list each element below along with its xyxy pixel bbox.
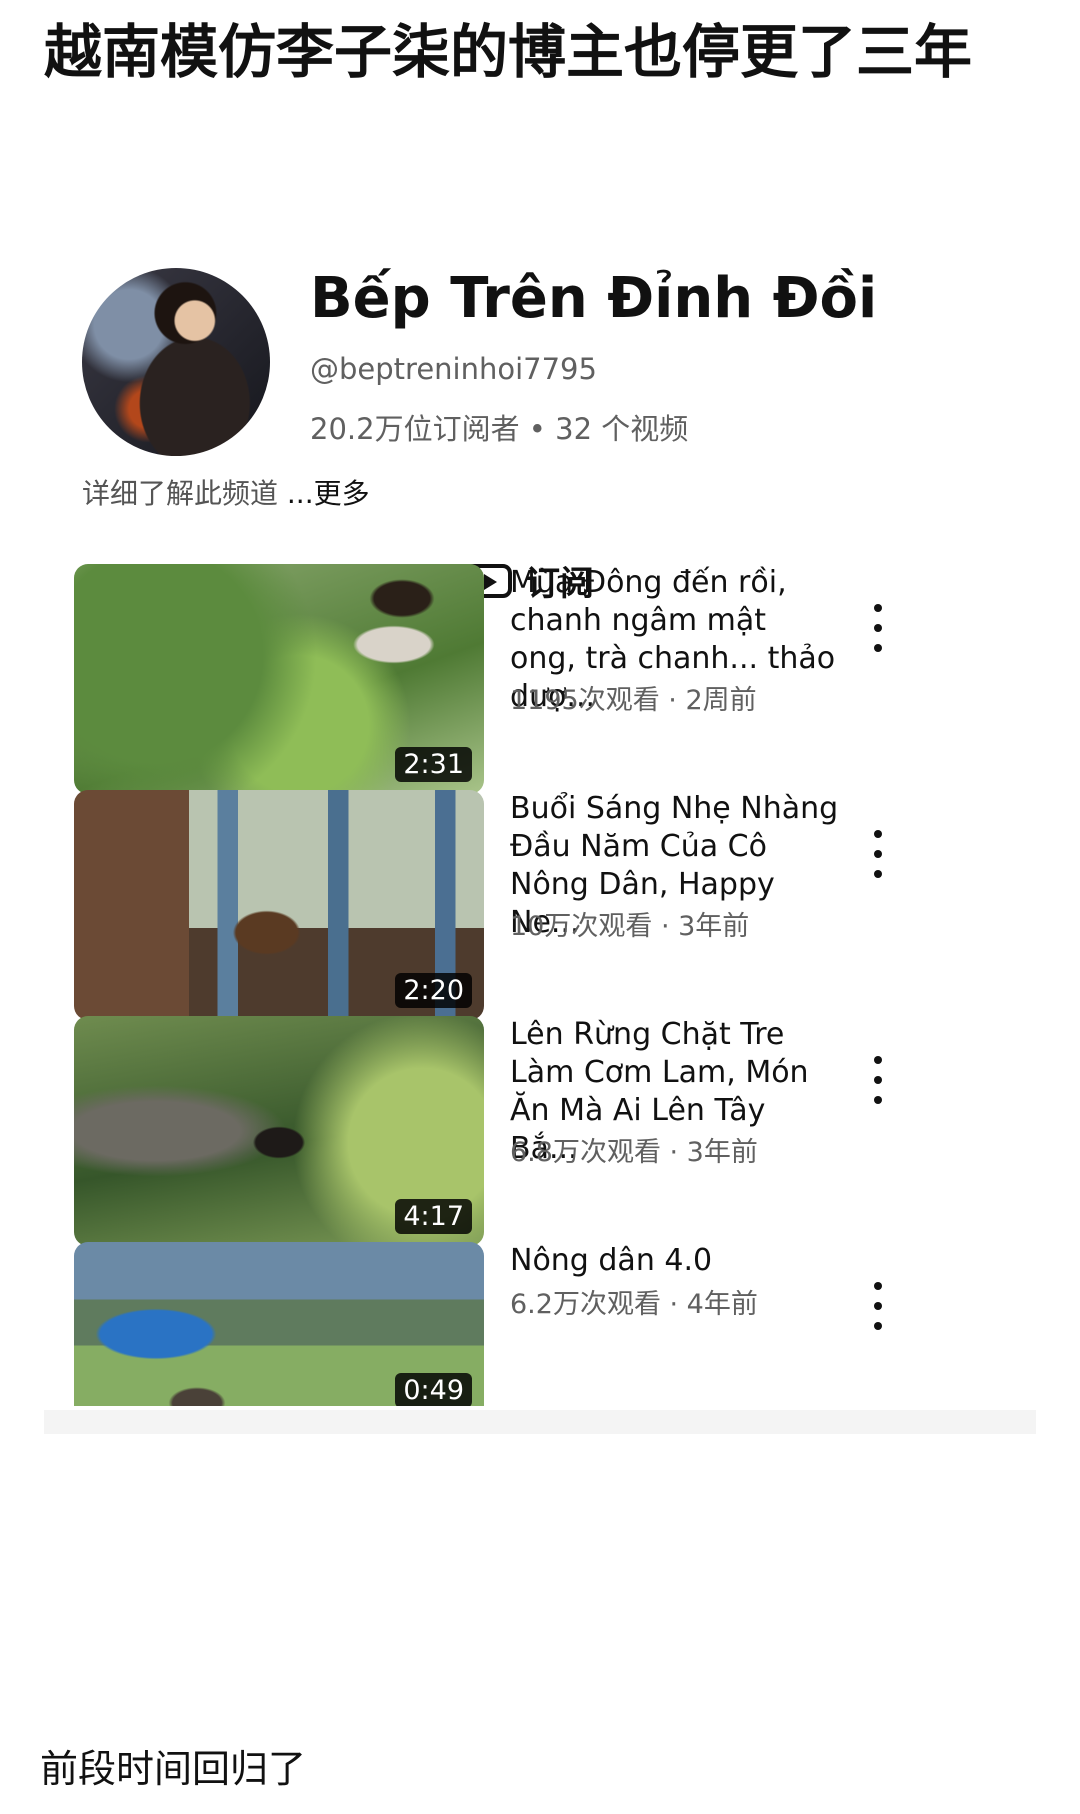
video-item[interactable]: 2:31 Mùa Đông đến rồi, chanh ngâm mật on… <box>74 564 1034 794</box>
channel-about[interactable]: 详细了解此频道 ...更多 <box>82 472 370 512</box>
video-duration: 2:31 <box>395 747 472 782</box>
video-meta: 6.8万次观看 · 3年前 <box>510 1137 758 1168</box>
video-item[interactable]: 0:49 Nông dân 4.0 6.2万次观看 · 4年前 <box>74 1242 1034 1406</box>
more-options-icon[interactable] <box>858 604 898 652</box>
cropped-edge <box>44 1410 1036 1434</box>
video-thumbnail[interactable]: 4:17 <box>74 1016 484 1246</box>
more-options-icon[interactable] <box>858 1056 898 1104</box>
more-options-icon[interactable] <box>858 830 898 878</box>
channel-name: Bếp Trên Đỉnh Đồi <box>310 266 878 331</box>
video-meta: 6.2万次观看 · 4年前 <box>510 1289 758 1320</box>
video-duration: 4:17 <box>395 1199 472 1234</box>
video-item[interactable]: 4:17 Lên Rừng Chặt Tre Làm Cơm Lam, Món … <box>74 1016 1034 1246</box>
post-caption: 前段时间回归了 <box>40 1747 307 1791</box>
post-title: 越南模仿李子柒的博主也停更了三年 <box>44 18 973 86</box>
about-more-link[interactable]: ...更多 <box>287 477 370 510</box>
video-item[interactable]: 2:20 Buổi Sáng Nhẹ Nhàng Đầu Năm Của Cô … <box>74 790 1034 1020</box>
channel-handle: @beptreninhoi7795 <box>310 352 597 386</box>
more-options-icon[interactable] <box>858 1282 898 1330</box>
channel-screenshot: Bếp Trên Đỉnh Đồi @beptreninhoi7795 20.2… <box>44 228 1036 1662</box>
channel-avatar[interactable] <box>82 268 270 456</box>
video-meta: 10万次观看 · 3年前 <box>510 911 750 942</box>
about-text: 详细了解此频道 <box>82 477 287 510</box>
video-thumbnail[interactable]: 2:31 <box>74 564 484 794</box>
video-duration: 2:20 <box>395 973 472 1008</box>
channel-stats: 20.2万位订阅者 • 32 个视频 <box>310 412 689 446</box>
video-meta: 1195次观看 · 2周前 <box>510 685 757 716</box>
video-thumbnail[interactable]: 2:20 <box>74 790 484 1020</box>
video-duration: 0:49 <box>395 1373 472 1406</box>
video-thumbnail[interactable]: 0:49 <box>74 1242 484 1406</box>
video-title[interactable]: Nông dân 4.0 <box>510 1242 840 1280</box>
